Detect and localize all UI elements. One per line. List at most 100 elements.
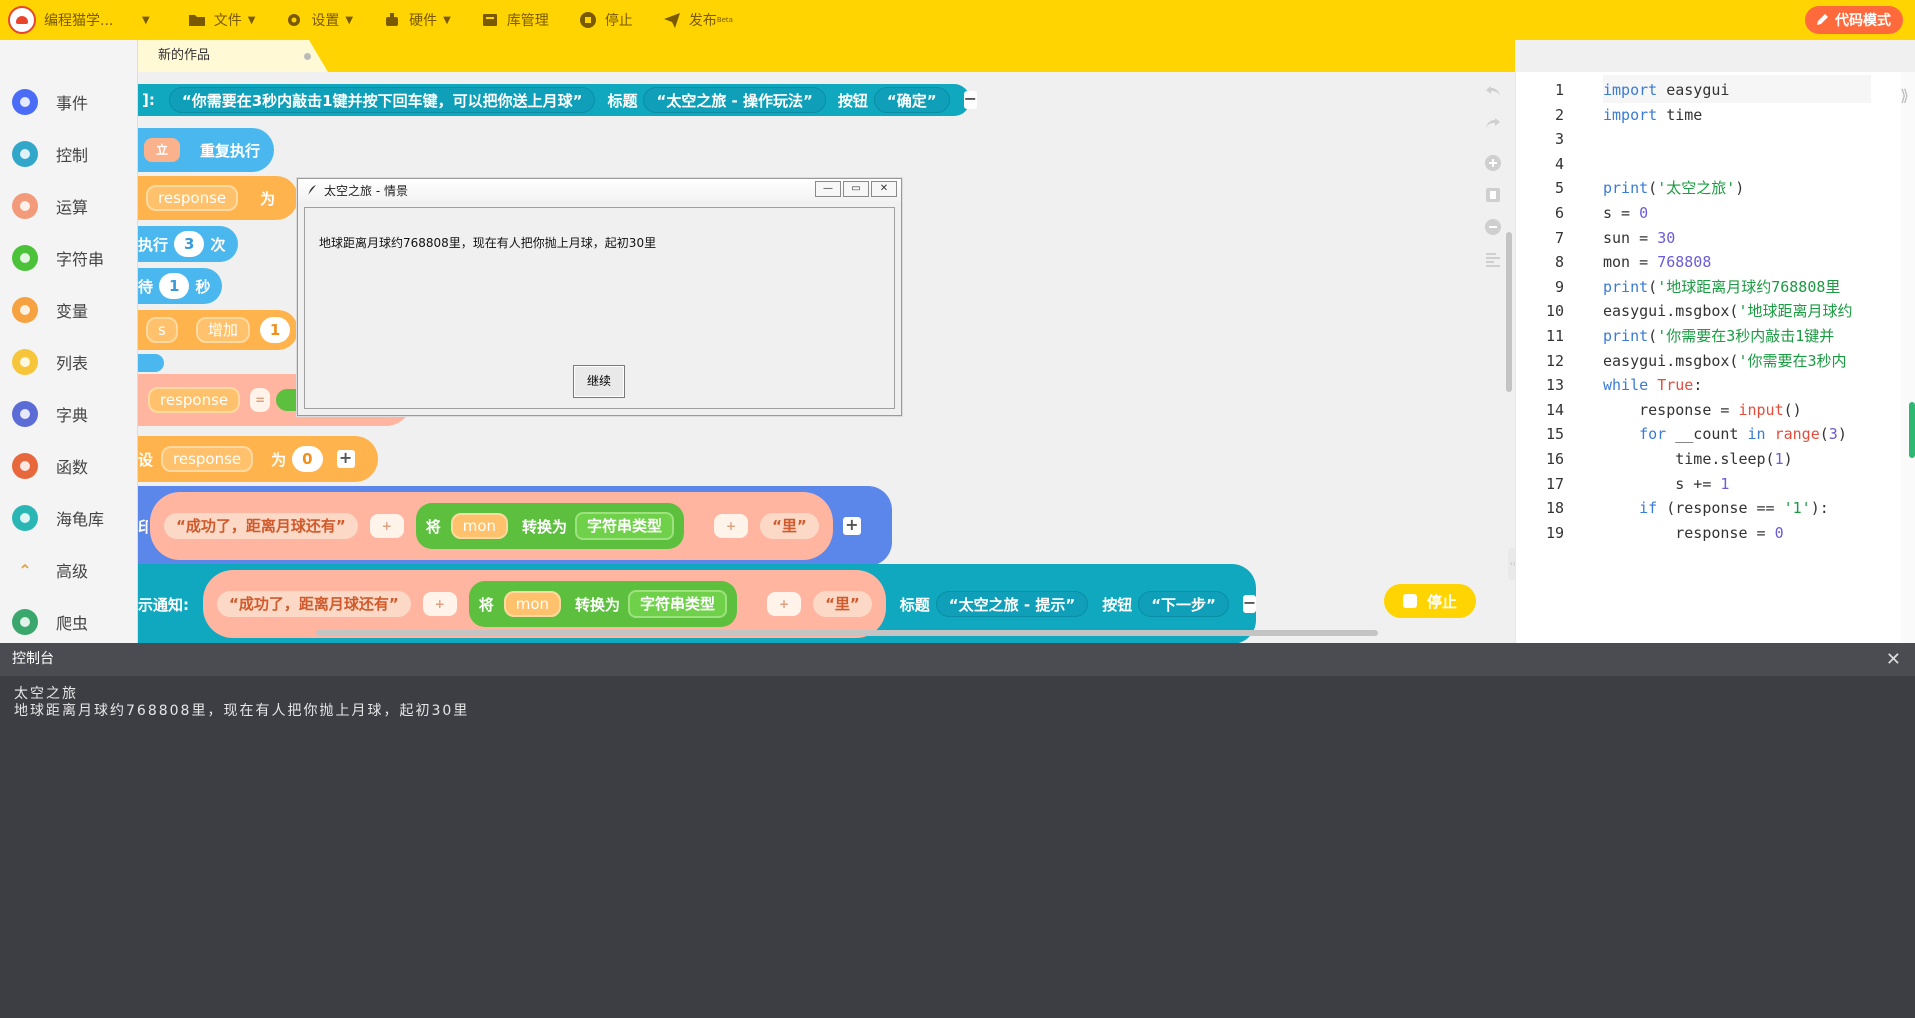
chevron-down-icon[interactable]: ▼ <box>142 15 150 26</box>
menu-stop[interactable]: 停止 <box>579 10 633 30</box>
msgbox-block[interactable]: ]: “你需要在3秒内敲击1键并按下回车键，可以把你送上月球” 标题 “太空之旅… <box>138 84 977 116</box>
code-line[interactable]: response = 0 <box>1603 521 1783 546</box>
set-variable-block[interactable]: response 为 <box>138 176 298 220</box>
maximize-icon[interactable]: ▭ <box>843 181 869 197</box>
variable-dropdown[interactable]: mon <box>450 513 509 539</box>
convert-block[interactable]: 将 mon 转换为 字符串类型 <box>468 581 738 627</box>
code-line[interactable]: import time <box>1603 103 1702 128</box>
sidebar-item-turtle[interactable]: 海龟库 <box>0 492 137 544</box>
set-variable-block[interactable]: 设 response 为 0 + <box>138 436 378 482</box>
title-string[interactable]: “太空之旅 - 操作玩法” <box>643 87 826 113</box>
set-value[interactable]: 0 <box>292 446 323 472</box>
sidebar-item-list[interactable]: 列表 <box>0 336 137 388</box>
string-literal[interactable]: “里” <box>813 591 872 617</box>
code-line[interactable]: print('太空之旅') <box>1603 176 1744 201</box>
convert-block[interactable]: 将 mon 转换为 字符串类型 <box>415 503 685 549</box>
concat-operator[interactable]: + <box>767 592 802 616</box>
code-line[interactable]: while True: <box>1603 373 1702 398</box>
variable-dropdown[interactable]: response <box>161 446 254 472</box>
sidebar-item-spider[interactable]: 爬虫 <box>0 596 137 648</box>
type-dropdown[interactable]: 字符串类型 <box>575 512 675 540</box>
dialog-title-bar[interactable]: 太空之旅 - 情景 — ▭ ✕ <box>298 179 901 201</box>
wait-block[interactable]: 待 1 秒 <box>138 268 222 304</box>
workspace-vertical-scrollbar[interactable] <box>1506 232 1512 392</box>
variable-dropdown[interactable]: response <box>146 185 239 211</box>
string-literal[interactable]: “成功了，距离月球还有” <box>164 513 358 539</box>
condition-dropdown[interactable]: 立 <box>144 138 180 162</box>
menu-publish[interactable]: 发布 Beta <box>663 10 733 30</box>
button-string[interactable]: “下一步” <box>1138 591 1229 617</box>
string-literal[interactable]: “里” <box>760 513 819 539</box>
code-line[interactable]: print('你需要在3秒内敲击1键并 <box>1603 324 1834 349</box>
close-icon[interactable] <box>304 53 311 60</box>
redo-icon[interactable] <box>1484 114 1502 132</box>
sidebar-item-string[interactable]: 字符串 <box>0 232 137 284</box>
string-literal[interactable]: “成功了，距离月球还有” <box>217 591 411 617</box>
logo-icon[interactable] <box>8 6 36 34</box>
menu-library[interactable]: 库管理 <box>481 10 549 30</box>
code-line[interactable]: response = input() <box>1603 398 1802 423</box>
continue-button[interactable]: 继续 <box>573 365 625 398</box>
plus-icon[interactable]: + <box>336 450 355 468</box>
reset-zoom-icon[interactable] <box>1484 186 1502 204</box>
sidebar-item-function[interactable]: 函数 <box>0 440 137 492</box>
collapse-panel-icon[interactable]: ⟫ <box>1900 86 1909 105</box>
repeat-forever-block[interactable]: 立 重复执行 <box>138 128 274 172</box>
code-line[interactable]: mon = 768808 <box>1603 250 1711 275</box>
variable-dropdown[interactable]: s <box>146 317 178 343</box>
code-editor[interactable]: 1 2 3 4 5 6 7 8 9 10 11 12 13 14 15 16 17 18 19 import eas… <box>1515 72 1915 643</box>
minimize-icon[interactable]: — <box>815 181 841 197</box>
button-string[interactable]: “确定” <box>873 87 950 113</box>
zoom-in-icon[interactable] <box>1484 154 1502 172</box>
zoom-out-icon[interactable] <box>1484 218 1502 236</box>
increment-value[interactable]: 1 <box>259 317 291 343</box>
code-mode-button[interactable]: 代码模式 <box>1805 6 1903 34</box>
sidebar-item-operator[interactable]: 运算 <box>0 180 137 232</box>
variable-dropdown[interactable]: response <box>148 387 241 413</box>
menu-file[interactable]: 文件 ▼ <box>188 10 255 30</box>
undo-icon[interactable] <box>1484 82 1502 100</box>
sidebar-item-variable[interactable]: 变量 <box>0 284 137 336</box>
sidebar-item-event[interactable]: 事件 <box>0 76 137 128</box>
console-output[interactable]: 太空之旅 地球距离月球约768808里，现在有人把你抛上月球，起初30里 <box>0 676 1915 730</box>
editor-scrollbar[interactable] <box>1909 402 1915 458</box>
wait-seconds[interactable]: 1 <box>159 273 190 299</box>
title-string[interactable]: “太空之旅 - 提示” <box>935 591 1089 617</box>
code-line[interactable]: s += 1 <box>1603 472 1729 497</box>
code-line[interactable]: import easygui <box>1603 78 1729 103</box>
repeat-times-block[interactable]: 执行 3 次 <box>138 226 238 262</box>
code-line[interactable]: time.sleep(1) <box>1603 447 1792 472</box>
stop-button[interactable]: 停止 <box>1384 584 1476 618</box>
brand-name[interactable]: 编程猫学... <box>44 10 136 30</box>
concat-operator[interactable]: + <box>422 592 457 616</box>
change-variable-block[interactable]: s 增加 1 <box>138 310 298 350</box>
sidebar-item-advanced[interactable]: ⌃ 高级 <box>0 544 137 596</box>
print-block[interactable]: 印 “成功了，距离月球还有” + 将 mon 转换为 字符串类型 + “里” + <box>138 486 892 566</box>
close-icon[interactable]: ✕ <box>871 181 897 197</box>
splitter-handle[interactable]: ‹› <box>1508 548 1515 580</box>
code-line[interactable]: easygui.msgbox('你需要在3秒内 <box>1603 349 1847 374</box>
message-string[interactable]: “你需要在3秒内敲击1键并按下回车键，可以把你送上月球” <box>168 87 596 113</box>
plus-icon[interactable]: + <box>842 517 861 535</box>
minus-icon[interactable]: − <box>963 91 977 109</box>
tab-new-work[interactable]: 新的作品 <box>138 40 328 72</box>
type-dropdown[interactable]: 字符串类型 <box>628 590 728 618</box>
workspace-horizontal-scrollbar[interactable] <box>316 630 1378 636</box>
menu-settings[interactable]: 设置 ▼ <box>285 10 353 30</box>
operation-dropdown[interactable]: 增加 <box>195 317 250 343</box>
menu-hardware[interactable]: 硬件 ▼ <box>383 10 451 30</box>
code-line[interactable]: if (response == '1'): <box>1603 496 1829 521</box>
code-line[interactable]: for __count in range(3) <box>1603 422 1847 447</box>
code-line[interactable]: easygui.msgbox('地球距离月球约 <box>1603 299 1853 324</box>
code-line[interactable]: s = 0 <box>1603 201 1648 226</box>
align-icon[interactable] <box>1484 250 1502 268</box>
repeat-count[interactable]: 3 <box>174 231 205 257</box>
close-icon[interactable]: ✕ <box>1886 643 1901 676</box>
variable-dropdown[interactable]: mon <box>503 591 562 617</box>
concat-operator[interactable]: + <box>714 514 749 538</box>
sidebar-item-control[interactable]: 控制 <box>0 128 137 180</box>
code-line[interactable]: print('地球距离月球约768808里 <box>1603 275 1840 300</box>
compare-operator[interactable]: = <box>250 388 271 412</box>
minus-icon[interactable]: − <box>1242 595 1257 613</box>
sidebar-item-dict[interactable]: 字典 <box>0 388 137 440</box>
